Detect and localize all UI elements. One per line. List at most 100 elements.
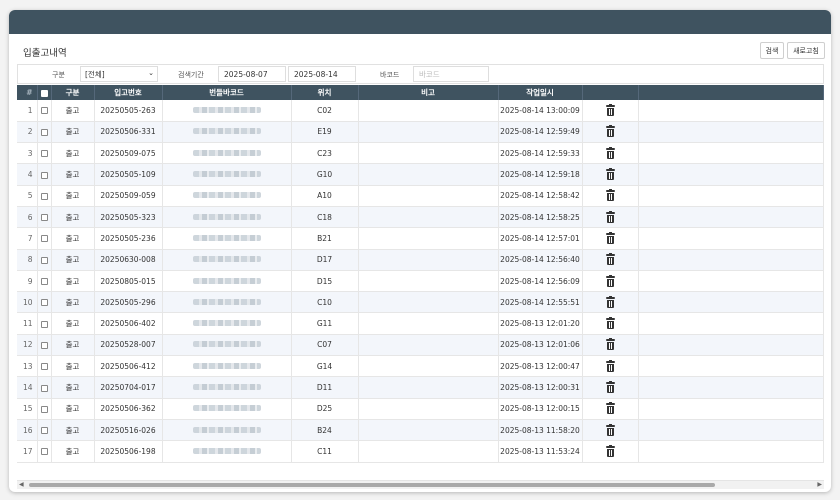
trash-icon[interactable] (605, 381, 615, 393)
trash-icon[interactable] (605, 103, 615, 116)
table-row[interactable]: 14 출고 20250704-017 D11 2025-08-13 12:00:31 (17, 376, 824, 399)
row-checkbox[interactable] (40, 448, 48, 456)
table-row[interactable]: 3 출고 20250509-075 C23 2025-08-14 12:59:33 (17, 142, 824, 165)
table-row[interactable]: 7 출고 20250505-236 B21 2025-08-14 12:57:01 (17, 227, 824, 250)
header-work-datetime[interactable]: 작업일시 (498, 85, 583, 100)
date-from-input[interactable] (218, 66, 286, 82)
select-all-checkbox[interactable] (40, 89, 48, 97)
table-row[interactable]: 2 출고 20250506-331 E19 2025-08-14 12:59:49 (17, 121, 824, 144)
header-type[interactable]: 구분 (51, 85, 95, 100)
row-checkbox-cell (37, 334, 52, 357)
cell-spacer (638, 334, 824, 357)
page-title: 입출고내역 (23, 48, 67, 59)
table-row[interactable]: 8 출고 20250630-008 D17 2025-08-14 12:56:40 (17, 249, 824, 271)
table-header-row: # 구분 입고번호 번들바코드 위치 비고 작업일시 (17, 85, 824, 100)
cell-receipt-no: 20250505-323 (94, 206, 163, 229)
trash-icon[interactable] (605, 189, 615, 202)
cell-bundle-barcode (162, 376, 292, 399)
table-row[interactable]: 11 출고 20250506-402 G11 2025-08-13 12:01:20 (17, 312, 824, 335)
trash-icon[interactable] (605, 338, 615, 351)
barcode-redacted (192, 426, 261, 433)
barcode-label: 바코드 (380, 71, 400, 79)
cell-type: 출고 (51, 100, 95, 122)
trash-icon[interactable] (605, 423, 615, 436)
scroll-left-icon[interactable]: ◀ (19, 481, 24, 488)
row-checkbox[interactable] (40, 341, 48, 349)
barcode-input[interactable] (413, 66, 489, 82)
row-number: 10 (17, 291, 38, 314)
row-checkbox[interactable] (40, 192, 48, 200)
filter-bar: 구분 [전체] ⌄ 검색기간 바코드 (17, 64, 824, 84)
cell-work-datetime: 2025-08-14 12:58:25 (498, 206, 583, 229)
cell-note (358, 163, 499, 186)
table-row[interactable]: 13 출고 20250506-412 G14 2025-08-13 12:00:47 (17, 355, 824, 378)
cell-spacer (638, 312, 824, 335)
cell-receipt-no: 20250506-362 (94, 398, 163, 420)
barcode-redacted (192, 256, 261, 263)
row-checkbox-cell (37, 227, 52, 250)
table-row[interactable]: 5 출고 20250509-059 A10 2025-08-14 12:58:42 (17, 185, 824, 207)
cell-location: D25 (291, 398, 359, 420)
table-row[interactable]: 17 출고 20250506-198 C11 2025-08-13 11:53:24 (17, 440, 824, 463)
table-row[interactable]: 4 출고 20250505-109 G10 2025-08-14 12:59:18 (17, 163, 824, 186)
row-checkbox-cell (37, 121, 52, 144)
trash-icon[interactable] (605, 359, 615, 372)
trash-icon[interactable] (605, 231, 615, 244)
cell-receipt-no: 20250505-296 (94, 291, 163, 314)
table-row[interactable]: 1 출고 20250505-263 C02 2025-08-14 13:00:09 (17, 100, 824, 122)
table-row[interactable]: 12 출고 20250528-007 C07 2025-08-13 12:01:06 (17, 334, 824, 357)
row-checkbox[interactable] (40, 171, 48, 179)
row-checkbox[interactable] (40, 214, 48, 222)
row-checkbox[interactable] (40, 256, 48, 264)
horizontal-scrollbar[interactable]: ◀ ▶ (17, 480, 824, 489)
row-checkbox-cell (37, 291, 52, 314)
history-table: # 구분 입고번호 번들바코드 위치 비고 작업일시 1 출고 20250505-2… (17, 85, 824, 463)
row-checkbox[interactable] (40, 405, 48, 413)
cell-type: 출고 (51, 227, 95, 250)
header-receipt-no[interactable]: 입고번호 (94, 85, 163, 100)
row-checkbox[interactable] (40, 128, 48, 136)
cell-bundle-barcode (162, 419, 292, 442)
header-location[interactable]: 위치 (291, 85, 359, 100)
table-row[interactable]: 15 출고 20250506-362 D25 2025-08-13 12:00:15 (17, 398, 824, 420)
trash-icon[interactable] (605, 210, 615, 223)
header-note[interactable]: 비고 (358, 85, 499, 100)
header-bundle-barcode[interactable]: 번들바코드 (162, 85, 292, 100)
table-row[interactable]: 9 출고 20250805-015 D15 2025-08-14 12:56:09 (17, 270, 824, 293)
table-row[interactable]: 16 출고 20250516-026 B24 2025-08-13 11:58:20 (17, 419, 824, 442)
row-checkbox[interactable] (40, 107, 48, 115)
row-checkbox[interactable] (40, 384, 48, 392)
date-to-input[interactable] (288, 66, 356, 82)
type-filter-select[interactable]: [전체] (80, 66, 158, 82)
row-checkbox[interactable] (40, 320, 48, 328)
trash-icon[interactable] (605, 295, 615, 308)
cell-type: 출고 (51, 312, 95, 335)
row-checkbox-cell (37, 163, 52, 186)
row-checkbox[interactable] (40, 363, 48, 371)
trash-icon[interactable] (605, 274, 615, 287)
trash-icon[interactable] (605, 444, 615, 457)
cell-action (582, 185, 639, 207)
scroll-right-icon[interactable]: ▶ (817, 481, 822, 488)
table-row[interactable]: 10 출고 20250505-296 C10 2025-08-14 12:55:51 (17, 291, 824, 314)
trash-icon[interactable] (605, 168, 615, 181)
row-checkbox[interactable] (40, 427, 48, 435)
trash-icon[interactable] (605, 146, 615, 159)
cell-location: A10 (291, 185, 359, 207)
trash-icon[interactable] (605, 317, 615, 330)
row-checkbox[interactable] (40, 299, 48, 307)
trash-icon[interactable] (605, 402, 615, 415)
cell-work-datetime: 2025-08-13 12:00:31 (498, 376, 583, 399)
row-checkbox[interactable] (40, 278, 48, 286)
row-checkbox[interactable] (40, 150, 48, 158)
row-checkbox[interactable] (40, 235, 48, 243)
row-number: 15 (17, 398, 38, 420)
scrollbar-thumb[interactable] (29, 483, 715, 487)
refresh-button[interactable]: 새로고침 (787, 42, 825, 59)
table-row[interactable]: 6 출고 20250505-323 C18 2025-08-14 12:58:25 (17, 206, 824, 229)
trash-icon[interactable] (605, 253, 615, 266)
cell-work-datetime: 2025-08-14 12:55:51 (498, 291, 583, 314)
trash-icon[interactable] (605, 125, 615, 138)
cell-location: B21 (291, 227, 359, 250)
search-button[interactable]: 검색 (760, 42, 784, 59)
